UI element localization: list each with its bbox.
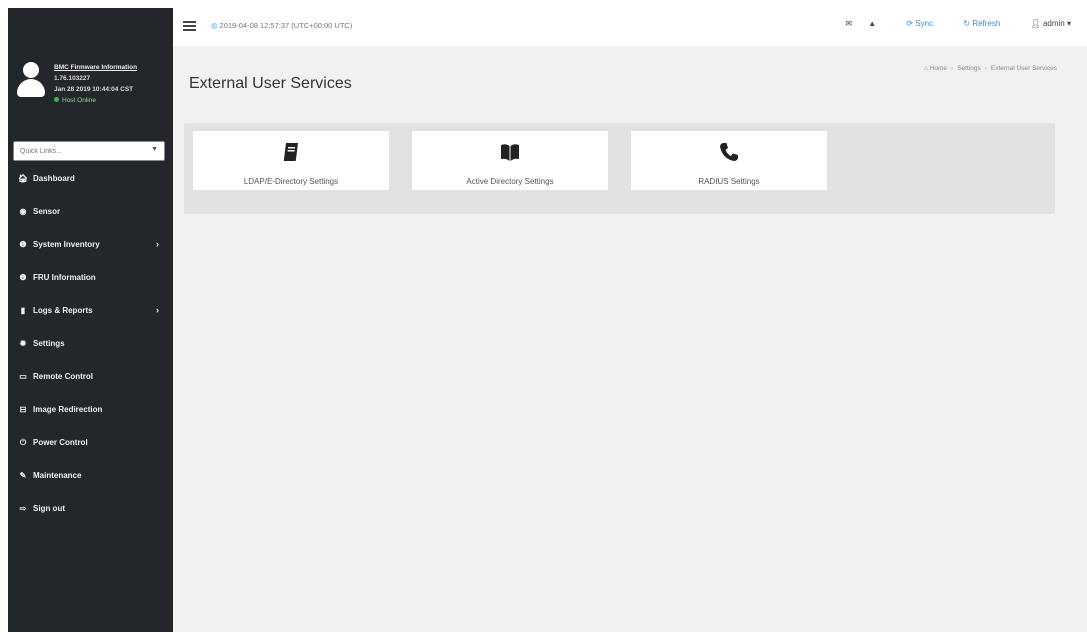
sidebar-item-label: Logs & Reports [33,306,93,315]
sidebar-item-label: Maintenance [33,471,82,480]
sidebar-item-label: FRU Information [33,273,96,282]
sidebar-item-label: Dashboard [33,174,75,183]
profile-info: BMC Firmware Information 1.76.103227 Jan… [54,62,172,106]
sync-button[interactable]: ⟳ Sync [892,19,933,28]
refresh-icon: ↻ [963,19,971,28]
firmware-build-date: Jan 28 2019 10:44:04 CST [54,86,134,93]
sidebar-item-settings[interactable]: ✹ Settings [8,330,173,363]
services-panel: LDAP/E-Directory Settings Active Directo… [184,123,1055,214]
info-icon: ❶ [19,240,27,249]
home-icon: 🏠︎ [17,174,29,183]
sidebar-item-logs-reports[interactable]: ▮ Logs & Reports › [8,297,173,330]
top-actions: ✉ ▲ ⟳ Sync ↻ Refresh 👤︎ admin ▾ [831,19,1071,28]
sidebar-item-label: Image Redirection [33,405,103,414]
breadcrumb-settings[interactable]: Settings [957,65,981,72]
host-status: Host Online [54,95,172,106]
user-avatar-icon [16,62,46,102]
sidebar-item-remote-control[interactable]: ▭ Remote Control [8,363,173,396]
globe-icon: ◍ [211,21,218,30]
info-icon: ❶ [19,273,27,282]
sidebar-item-label: Remote Control [33,372,93,381]
breadcrumb-separator: › [951,65,954,72]
breadcrumb: ⌂ Home › Settings › External User Services [924,65,1057,72]
book-icon [193,141,389,163]
breadcrumb-current: External User Services [990,65,1057,72]
tile-label: RADIUS Settings [698,177,760,186]
user-label: admin [1042,19,1065,28]
monitor-icon: ▭ [19,372,27,381]
menu-toggle-icon[interactable] [183,21,196,31]
gear-icon: ✹ [19,339,27,348]
page-title: External User Services [189,75,352,92]
tile-ldap-settings[interactable]: LDAP/E-Directory Settings [193,131,389,190]
power-icon: ⏻ [19,438,27,447]
breadcrumb-home[interactable]: Home [930,65,947,72]
user-icon: 👤︎ [1030,19,1041,28]
tile-label: LDAP/E-Directory Settings [243,177,339,186]
sidebar-item-label: System Inventory [33,240,100,249]
sidebar-item-label: Sign out [33,504,65,513]
refresh-button[interactable]: ↻ Refresh [949,19,1000,28]
wrench-icon: ✎ [19,471,27,480]
quick-links-input[interactable] [14,142,148,160]
status-dot-icon [54,97,59,102]
caret-down-icon: ▾ [1066,19,1071,28]
sync-label: Sync [915,19,934,28]
server-datetime: ◍ 2019-04-08 12:57:37 (UTC+00:00 UTC) [211,21,352,30]
sidebar-item-maintenance[interactable]: ✎ Maintenance [8,462,173,495]
host-status-label: Host Online [62,97,96,104]
sidebar-item-sign-out[interactable]: ⇨ Sign out [8,495,173,528]
main-content: External User Services ⌂ Home › Settings › E… [173,46,1087,632]
quick-links-select[interactable]: ▼ [13,141,165,161]
warning-icon[interactable]: ▲ [868,19,876,28]
open-book-icon [412,141,608,163]
chart-icon: ▮ [20,306,26,315]
datetime-text: 2019-04-08 12:57:37 (UTC+00:00 UTC) [219,21,353,30]
sync-icon: ⟳ [906,19,914,28]
sensor-icon: ◉ [19,207,27,216]
sidebar-item-dashboard[interactable]: 🏠︎ Dashboard [8,165,173,198]
sidebar-item-label: Power Control [33,438,88,447]
chevron-right-icon: › [156,239,159,249]
refresh-label: Refresh [972,19,1001,28]
firmware-info-link[interactable]: BMC Firmware Information [54,62,172,73]
sidebar-item-system-inventory[interactable]: ❶ System Inventory › [8,231,173,264]
sidebar-item-power-control[interactable]: ⏻ Power Control [8,429,173,462]
chevron-down-icon[interactable]: ▼ [151,146,158,153]
sidebar-nav: 🏠︎ Dashboard ◉ Sensor ❶ System Inventory › … [8,165,173,528]
sidebar-item-image-redirection[interactable]: ⊟ Image Redirection [8,396,173,429]
home-icon: ⌂ [923,65,928,72]
sign-out-icon: ⇨ [19,504,27,513]
tile-label: Active Directory Settings [466,177,554,186]
tile-active-directory-settings[interactable]: Active Directory Settings [412,131,608,190]
bmc-profile: BMC Firmware Information 1.76.103227 Jan… [8,56,173,126]
phone-icon [631,141,827,163]
chevron-right-icon: › [156,305,159,315]
disk-icon: ⊟ [19,405,27,414]
tile-radius-settings[interactable]: RADIUS Settings [631,131,827,190]
sidebar-item-label: Settings [33,339,65,348]
breadcrumb-separator: › [984,65,987,72]
sidebar: BMC Firmware Information 1.76.103227 Jan… [8,8,173,632]
sidebar-item-fru-information[interactable]: ❶ FRU Information [8,264,173,297]
firmware-version: 1.76.103227 [54,75,91,82]
user-menu-button[interactable]: 👤︎ admin ▾ [1017,19,1071,28]
sidebar-item-label: Sensor [33,207,61,216]
sidebar-item-sensor[interactable]: ◉ Sensor [8,198,173,231]
envelope-icon[interactable]: ✉ [845,19,852,28]
top-bar: ◍ 2019-04-08 12:57:37 (UTC+00:00 UTC) ✉ ▲… [173,8,1087,46]
